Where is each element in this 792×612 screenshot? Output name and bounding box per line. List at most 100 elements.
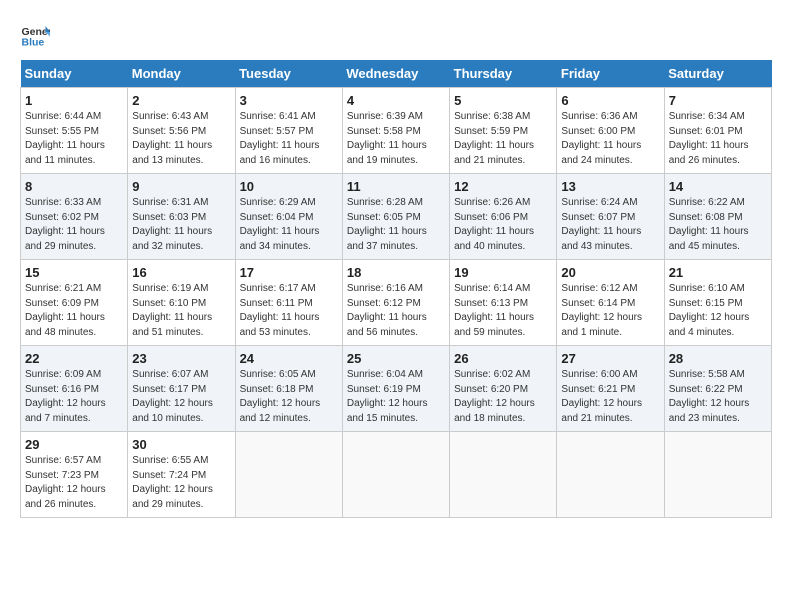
day-number: 29	[25, 437, 123, 452]
calendar-cell: 6 Sunrise: 6:36 AMSunset: 6:00 PMDaylight…	[557, 88, 664, 174]
day-number: 9	[132, 179, 230, 194]
calendar-cell: 19 Sunrise: 6:14 AMSunset: 6:13 PMDayligh…	[450, 260, 557, 346]
day-info: Sunrise: 6:14 AMSunset: 6:13 PMDaylight:…	[454, 283, 534, 338]
calendar-cell: 2 Sunrise: 6:43 AMSunset: 5:56 PMDaylight…	[128, 88, 235, 174]
calendar-cell: 13Sunrise: 6:24 AMSunset: 6:07 PMDayligh…	[557, 174, 664, 260]
day-info: Sunrise: 6:28 AMSunset: 6:05 PMDaylight:…	[347, 197, 427, 252]
calendar-week-row: 1 Sunrise: 6:44 AMSunset: 5:55 PMDaylight…	[21, 88, 772, 174]
day-info: Sunrise: 6:44 AMSunset: 5:55 PMDaylight:…	[25, 111, 105, 166]
day-info: Sunrise: 6:38 AMSunset: 5:59 PMDaylight:…	[454, 111, 534, 166]
day-info: Sunrise: 6:41 AMSunset: 5:57 PMDaylight:…	[240, 111, 320, 166]
svg-text:Blue: Blue	[22, 37, 45, 49]
calendar-cell	[664, 432, 771, 518]
day-info: Sunrise: 6:19 AMSunset: 6:10 PMDaylight:…	[132, 283, 212, 338]
calendar-cell: 11 Sunrise: 6:28 AMSunset: 6:05 PMDayligh…	[342, 174, 449, 260]
calendar-cell: 4 Sunrise: 6:39 AMSunset: 5:58 PMDaylight…	[342, 88, 449, 174]
calendar-cell	[557, 432, 664, 518]
day-info: Sunrise: 6:04 AMSunset: 6:19 PMDaylight:…	[347, 369, 428, 424]
day-info: Sunrise: 6:05 AMSunset: 6:18 PMDaylight:…	[240, 369, 321, 424]
calendar-cell: 28 Sunrise: 5:58 AMSunset: 6:22 PMDayligh…	[664, 346, 771, 432]
calendar-cell: 23Sunrise: 6:07 AMSunset: 6:17 PMDayligh…	[128, 346, 235, 432]
day-info: Sunrise: 6:24 AMSunset: 6:07 PMDaylight:…	[561, 197, 641, 252]
day-number: 4	[347, 93, 445, 108]
day-number: 20	[561, 265, 659, 280]
day-number: 21	[669, 265, 767, 280]
day-info: Sunrise: 6:29 AMSunset: 6:04 PMDaylight:…	[240, 197, 320, 252]
day-number: 28	[669, 351, 767, 366]
calendar-cell: 16Sunrise: 6:19 AMSunset: 6:10 PMDayligh…	[128, 260, 235, 346]
day-info: Sunrise: 6:07 AMSunset: 6:17 PMDaylight:…	[132, 369, 213, 424]
calendar-week-row: 22 Sunrise: 6:09 AMSunset: 6:16 PMDayligh…	[21, 346, 772, 432]
weekday-header-sunday: Sunday	[21, 60, 128, 88]
calendar-cell	[235, 432, 342, 518]
calendar-cell: 29 Sunrise: 6:57 AMSunset: 7:23 PMDayligh…	[21, 432, 128, 518]
calendar-cell: 17 Sunrise: 6:17 AMSunset: 6:11 PMDayligh…	[235, 260, 342, 346]
day-info: Sunrise: 6:09 AMSunset: 6:16 PMDaylight:…	[25, 369, 106, 424]
day-number: 15	[25, 265, 123, 280]
day-info: Sunrise: 5:58 AMSunset: 6:22 PMDaylight:…	[669, 369, 750, 424]
day-info: Sunrise: 6:21 AMSunset: 6:09 PMDaylight:…	[25, 283, 105, 338]
day-number: 18	[347, 265, 445, 280]
day-info: Sunrise: 6:39 AMSunset: 5:58 PMDaylight:…	[347, 111, 427, 166]
calendar-cell: 1 Sunrise: 6:44 AMSunset: 5:55 PMDaylight…	[21, 88, 128, 174]
day-info: Sunrise: 6:22 AMSunset: 6:08 PMDaylight:…	[669, 197, 749, 252]
calendar-cell: 22 Sunrise: 6:09 AMSunset: 6:16 PMDayligh…	[21, 346, 128, 432]
calendar-cell: 12 Sunrise: 6:26 AMSunset: 6:06 PMDayligh…	[450, 174, 557, 260]
calendar-cell: 25Sunrise: 6:04 AMSunset: 6:19 PMDayligh…	[342, 346, 449, 432]
day-number: 6	[561, 93, 659, 108]
day-number: 10	[240, 179, 338, 194]
logo-icon: General Blue	[20, 20, 50, 50]
day-number: 22	[25, 351, 123, 366]
day-number: 12	[454, 179, 552, 194]
weekday-header-friday: Friday	[557, 60, 664, 88]
calendar-cell: 21Sunrise: 6:10 AMSunset: 6:15 PMDayligh…	[664, 260, 771, 346]
day-number: 14	[669, 179, 767, 194]
calendar-cell: 18 Sunrise: 6:16 AMSunset: 6:12 PMDayligh…	[342, 260, 449, 346]
calendar-cell: 27 Sunrise: 6:00 AMSunset: 6:21 PMDayligh…	[557, 346, 664, 432]
weekday-header-monday: Monday	[128, 60, 235, 88]
calendar-cell: 14 Sunrise: 6:22 AMSunset: 6:08 PMDayligh…	[664, 174, 771, 260]
calendar-week-row: 8 Sunrise: 6:33 AMSunset: 6:02 PMDaylight…	[21, 174, 772, 260]
day-number: 3	[240, 93, 338, 108]
day-info: Sunrise: 6:12 AMSunset: 6:14 PMDaylight:…	[561, 283, 642, 338]
day-info: Sunrise: 6:17 AMSunset: 6:11 PMDaylight:…	[240, 283, 320, 338]
day-info: Sunrise: 6:34 AMSunset: 6:01 PMDaylight:…	[669, 111, 749, 166]
logo: General Blue	[20, 20, 50, 50]
day-number: 27	[561, 351, 659, 366]
calendar-cell: 24 Sunrise: 6:05 AMSunset: 6:18 PMDayligh…	[235, 346, 342, 432]
day-info: Sunrise: 6:26 AMSunset: 6:06 PMDaylight:…	[454, 197, 534, 252]
calendar-cell: 26 Sunrise: 6:02 AMSunset: 6:20 PMDayligh…	[450, 346, 557, 432]
day-info: Sunrise: 6:33 AMSunset: 6:02 PMDaylight:…	[25, 197, 105, 252]
day-info: Sunrise: 6:57 AMSunset: 7:23 PMDaylight:…	[25, 455, 106, 510]
day-number: 30	[132, 437, 230, 452]
day-number: 11	[347, 179, 445, 194]
weekday-header-row: SundayMondayTuesdayWednesdayThursdayFrid…	[21, 60, 772, 88]
day-info: Sunrise: 6:55 AMSunset: 7:24 PMDaylight:…	[132, 455, 213, 510]
calendar-cell	[450, 432, 557, 518]
day-number: 17	[240, 265, 338, 280]
calendar-cell: 8 Sunrise: 6:33 AMSunset: 6:02 PMDaylight…	[21, 174, 128, 260]
calendar-cell: 30 Sunrise: 6:55 AMSunset: 7:24 PMDayligh…	[128, 432, 235, 518]
day-number: 8	[25, 179, 123, 194]
weekday-header-tuesday: Tuesday	[235, 60, 342, 88]
day-number: 2	[132, 93, 230, 108]
calendar-cell: 3 Sunrise: 6:41 AMSunset: 5:57 PMDaylight…	[235, 88, 342, 174]
weekday-header-thursday: Thursday	[450, 60, 557, 88]
day-number: 26	[454, 351, 552, 366]
day-info: Sunrise: 6:43 AMSunset: 5:56 PMDaylight:…	[132, 111, 212, 166]
header: General Blue	[20, 20, 772, 50]
day-info: Sunrise: 6:00 AMSunset: 6:21 PMDaylight:…	[561, 369, 642, 424]
calendar-cell	[342, 432, 449, 518]
day-number: 24	[240, 351, 338, 366]
weekday-header-wednesday: Wednesday	[342, 60, 449, 88]
calendar-table: SundayMondayTuesdayWednesdayThursdayFrid…	[20, 60, 772, 518]
calendar-cell: 10 Sunrise: 6:29 AMSunset: 6:04 PMDayligh…	[235, 174, 342, 260]
day-number: 19	[454, 265, 552, 280]
day-info: Sunrise: 6:16 AMSunset: 6:12 PMDaylight:…	[347, 283, 427, 338]
calendar-cell: 9Sunrise: 6:31 AMSunset: 6:03 PMDaylight…	[128, 174, 235, 260]
day-info: Sunrise: 6:02 AMSunset: 6:20 PMDaylight:…	[454, 369, 535, 424]
calendar-week-row: 29 Sunrise: 6:57 AMSunset: 7:23 PMDayligh…	[21, 432, 772, 518]
day-number: 1	[25, 93, 123, 108]
calendar-week-row: 15 Sunrise: 6:21 AMSunset: 6:09 PMDayligh…	[21, 260, 772, 346]
day-info: Sunrise: 6:36 AMSunset: 6:00 PMDaylight:…	[561, 111, 641, 166]
